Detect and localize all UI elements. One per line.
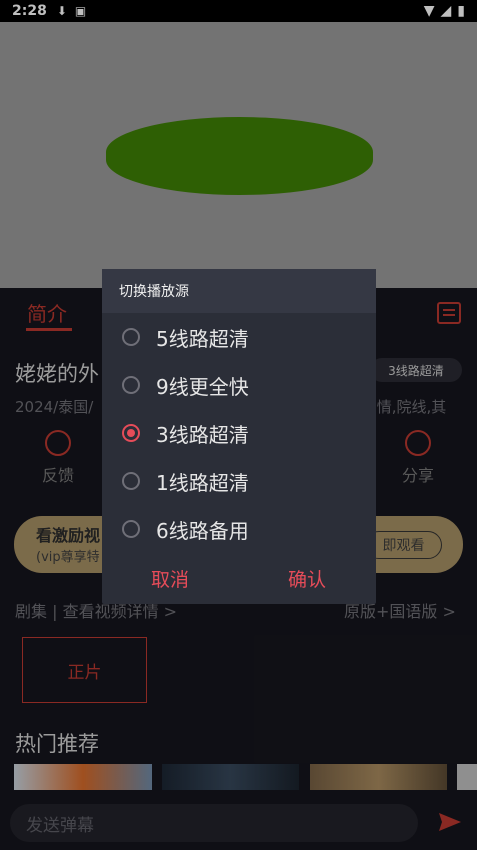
option-label: 5线路超清 xyxy=(156,326,249,351)
source-option[interactable]: 6线路备用 xyxy=(102,505,376,553)
radio-icon[interactable] xyxy=(122,328,140,346)
source-option[interactable]: 9线更全快 xyxy=(102,361,376,409)
source-option[interactable]: 3线路超清 xyxy=(102,409,376,457)
source-option[interactable]: 5线路超清 xyxy=(102,313,376,361)
option-label: 6线路备用 xyxy=(156,518,249,543)
source-option[interactable]: 1线路超清 xyxy=(102,457,376,505)
option-label: 9线更全快 xyxy=(156,374,249,399)
option-label: 3线路超清 xyxy=(156,422,249,447)
radio-icon[interactable] xyxy=(122,472,140,490)
confirm-button[interactable]: 确认 xyxy=(288,565,326,592)
source-dialog: 切换播放源 5线路超清 9线更全快 3线路超清 1线路超清 6线路备用 取消 确… xyxy=(102,269,376,604)
dialog-title: 切换播放源 xyxy=(102,269,376,313)
cancel-button[interactable]: 取消 xyxy=(151,565,189,592)
radio-icon[interactable] xyxy=(122,520,140,538)
radio-selected-icon[interactable] xyxy=(122,424,140,442)
radio-icon[interactable] xyxy=(122,376,140,394)
option-label: 1线路超清 xyxy=(156,470,249,495)
